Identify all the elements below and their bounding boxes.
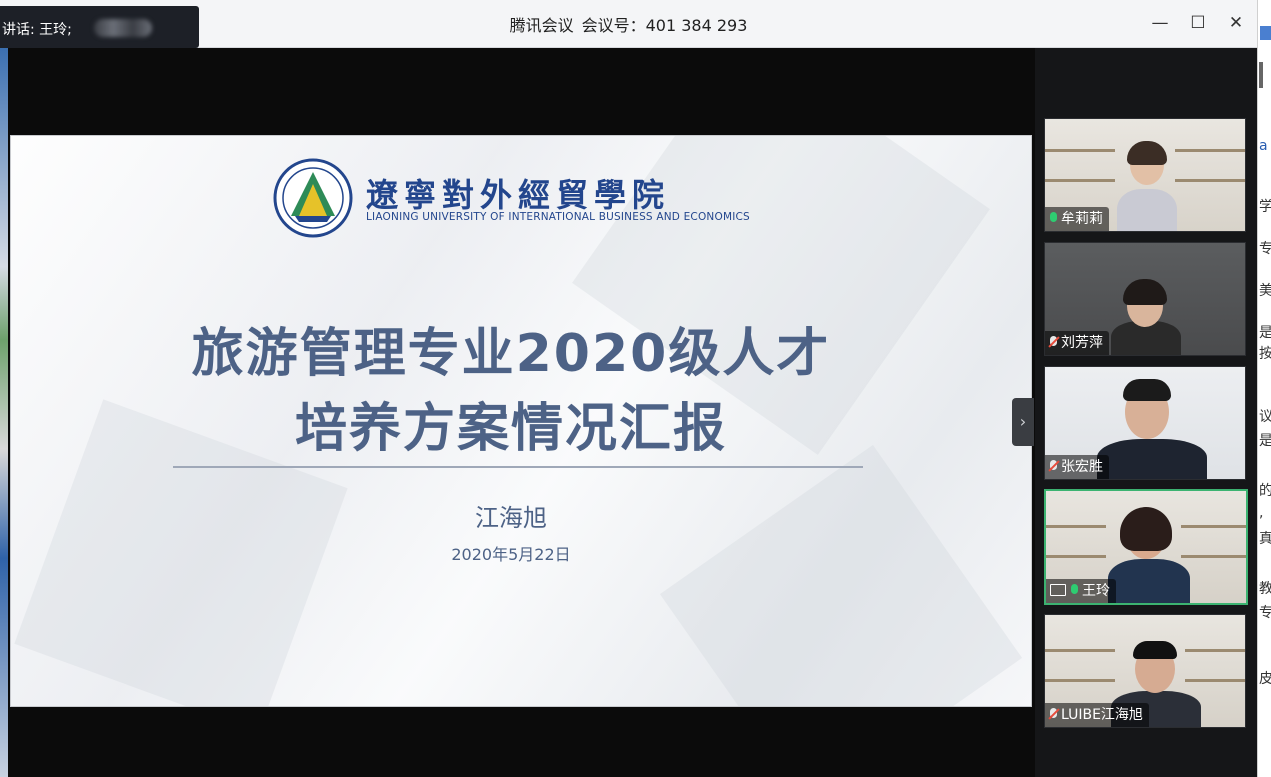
chevron-right-icon: › (1019, 412, 1027, 431)
participant-tile-active[interactable]: 王玲 (1044, 489, 1248, 605)
minimize-button[interactable]: — (1145, 8, 1175, 38)
slide-title-line1: 旅游管理专业2020级人才 (191, 324, 831, 384)
collapse-panel-button[interactable]: › (1012, 398, 1034, 446)
presentation-date: 2020年5月22日 (451, 545, 571, 564)
university-name-cn: 遼寧對外經貿學院 (366, 176, 671, 214)
university-logo-icon (273, 158, 353, 238)
slide-title-line2: 培养方案情况汇报 (294, 399, 727, 459)
speaking-indicator: 讲话: 王玲; (0, 6, 199, 48)
speaking-text: 讲话: 王玲; (2, 22, 72, 38)
meeting-id: 401 384 293 (645, 16, 748, 35)
presenter-name: 江海旭 (475, 504, 547, 532)
participant-name-tag: LUIBE江海旭 (1045, 703, 1149, 727)
mic-on-icon (1049, 212, 1058, 225)
mic-muted-icon (1049, 336, 1058, 349)
meeting-label: 会议号： (581, 16, 646, 35)
mic-muted-icon (1049, 460, 1058, 473)
participant-tile[interactable]: 张宏胜 (1044, 366, 1246, 480)
participant-tile[interactable]: LUIBE江海旭 (1044, 614, 1246, 728)
doc-icon (1260, 26, 1271, 40)
mic-on-icon (1070, 584, 1079, 597)
participant-name-tag: 张宏胜 (1045, 455, 1109, 479)
participant-tile[interactable]: 牟莉莉 (1044, 118, 1246, 232)
shared-slide: 遼寧對外經貿學院 LIAONING UNIVERSITY OF INTERNAT… (10, 135, 1032, 707)
maximize-button[interactable]: ☐ (1183, 8, 1213, 38)
mic-muted-icon (1049, 708, 1058, 721)
participant-name-tag: 王玲 (1046, 579, 1116, 603)
university-name-en: LIAONING UNIVERSITY OF INTERNATIONAL BUS… (366, 211, 750, 223)
desktop-edge (0, 48, 8, 777)
close-button[interactable]: ✕ (1221, 8, 1251, 38)
title-divider (173, 466, 863, 468)
background-document-edge: a 学专美 是按议 是的, 真教专 皮 (1257, 0, 1271, 777)
screen-share-icon (1050, 584, 1066, 596)
participant-name-tag: 刘芳萍 (1045, 331, 1109, 355)
app-name: 腾讯会议 (509, 16, 574, 35)
blurred-avatars (94, 19, 152, 37)
participant-tile[interactable]: 刘芳萍 (1044, 242, 1246, 356)
participant-name-tag: 牟莉莉 (1045, 207, 1109, 231)
